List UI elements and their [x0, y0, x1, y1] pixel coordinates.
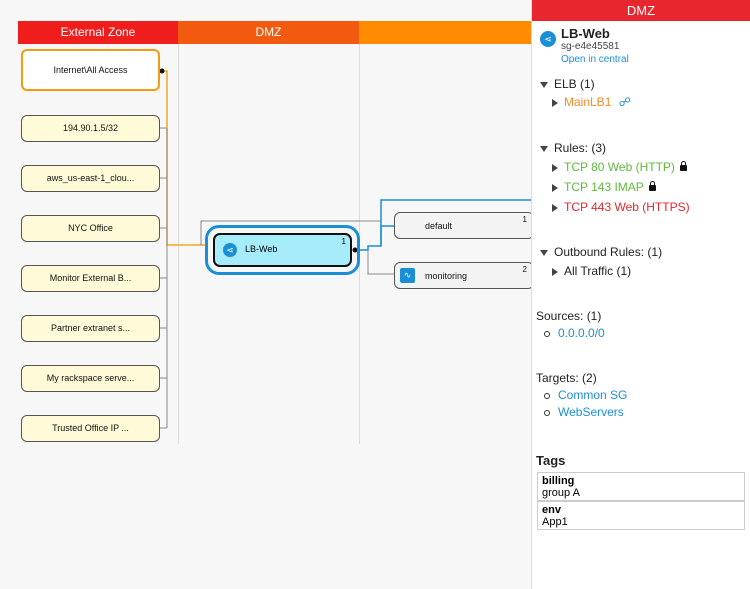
- lock-icon: [679, 160, 687, 171]
- source-node[interactable]: Internet\All Access: [21, 49, 160, 91]
- tag-item: env App1: [537, 501, 745, 530]
- lb-web-label: LB-Web: [245, 244, 278, 254]
- tag-value: group A: [542, 487, 580, 499]
- source-node[interactable]: NYC Office: [21, 215, 160, 242]
- open-in-central-link[interactable]: Open in central: [561, 54, 629, 65]
- bullet-icon: [544, 330, 550, 337]
- targets-item-label: Common SG: [558, 388, 628, 402]
- expand-icon: [540, 249, 548, 256]
- source-node[interactable]: Trusted Office IP ...: [21, 415, 160, 442]
- expand-icon: [540, 81, 548, 88]
- topology-canvas[interactable]: External Zone DMZ Internet\All Access 19…: [0, 0, 531, 589]
- bullet-icon: [544, 392, 550, 399]
- outbound-item[interactable]: All Traffic (1): [552, 264, 631, 278]
- source-node[interactable]: Monitor External B...: [21, 265, 160, 292]
- tag-key: billing: [542, 475, 575, 487]
- targets-item-label: WebServers: [558, 405, 624, 419]
- link-icon[interactable]: ☍: [619, 95, 631, 109]
- tags-heading: Tags: [536, 453, 566, 468]
- panel-title: LB-Web: [561, 26, 610, 41]
- targets-item[interactable]: Common SG: [544, 388, 627, 402]
- collapse-icon: [552, 267, 558, 276]
- rules-heading[interactable]: Rules: (3): [540, 141, 606, 155]
- elb-item[interactable]: MainLB1 ☍: [552, 95, 631, 109]
- sources-heading: Sources: (1): [536, 309, 602, 323]
- rule-item[interactable]: TCP 443 Web (HTTPS): [552, 200, 690, 214]
- target-label: monitoring: [425, 271, 468, 281]
- collapse-icon: [552, 183, 558, 192]
- rule-item[interactable]: TCP 80 Web (HTTP): [552, 160, 687, 174]
- tag-item: billing group A: [537, 472, 745, 501]
- rules-heading-label: Rules: (3): [554, 141, 607, 155]
- source-node[interactable]: Partner extranet s...: [21, 315, 160, 342]
- tag-value: App1: [542, 516, 568, 528]
- collapse-icon: [552, 98, 558, 107]
- targets-heading: Targets: (2): [536, 371, 597, 385]
- source-node[interactable]: aws_us-east-1_clou...: [21, 165, 160, 192]
- elb-heading-label: ELB (1): [554, 77, 595, 91]
- target-node-monitoring[interactable]: ∿ monitoring 2: [394, 262, 531, 289]
- sources-item-label: 0.0.0.0/0: [558, 326, 605, 340]
- tag-key: env: [542, 504, 561, 516]
- rule-label: TCP 143 IMAP: [564, 180, 644, 194]
- target-label: default: [425, 221, 453, 231]
- target-node-default[interactable]: default 1: [394, 212, 531, 239]
- rule-label: TCP 443 Web (HTTPS): [564, 200, 690, 214]
- rule-item[interactable]: TCP 143 IMAP: [552, 180, 656, 194]
- panel-header: DMZ: [532, 0, 750, 21]
- lock-icon: [648, 180, 656, 191]
- monitoring-icon: ∿: [400, 268, 415, 283]
- expand-icon: [540, 145, 548, 152]
- rule-label: TCP 80 Web (HTTP): [564, 160, 675, 174]
- source-node[interactable]: 194.90.1.5/32: [21, 115, 160, 142]
- panel-sg-id: sg-e4e45581: [561, 41, 620, 52]
- target-count: 1: [522, 215, 527, 224]
- collapse-icon: [552, 163, 558, 172]
- outbound-heading[interactable]: Outbound Rules: (1): [540, 245, 662, 259]
- bullet-icon: [544, 409, 550, 416]
- outbound-item-label: All Traffic (1): [564, 264, 632, 278]
- lb-web-inner: ⋖ LB-Web 1: [213, 233, 352, 267]
- elb-heading[interactable]: ELB (1): [540, 77, 595, 91]
- elb-item-label: MainLB1: [564, 95, 612, 109]
- load-balancer-icon: ⋖: [223, 243, 237, 257]
- lb-web-node[interactable]: ⋖ LB-Web 1: [205, 225, 360, 275]
- source-node[interactable]: My rackspace serve...: [21, 365, 160, 392]
- collapse-icon: [552, 203, 558, 212]
- target-count: 2: [522, 265, 527, 274]
- load-balancer-icon: ⋖: [540, 31, 556, 47]
- targets-item[interactable]: WebServers: [544, 405, 624, 419]
- outbound-heading-label: Outbound Rules: (1): [554, 245, 663, 259]
- lb-web-count: 1: [341, 237, 346, 246]
- sources-item[interactable]: 0.0.0.0/0: [544, 326, 605, 340]
